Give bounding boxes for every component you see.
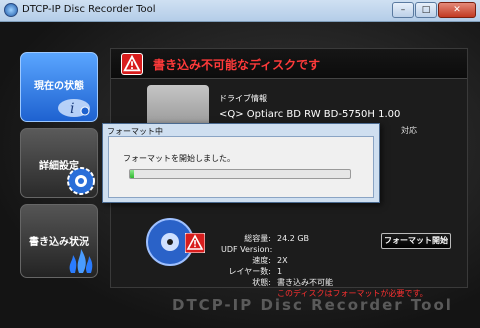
nav-status-label: 書き込み状況 (29, 237, 89, 248)
window-controls: – □ ✕ (392, 2, 476, 18)
svg-text:i: i (70, 101, 74, 117)
capacity-label: 総容量: (244, 234, 271, 243)
format-progress-dialog[interactable]: フォーマット中 フォーマットを開始しました。 (102, 123, 380, 203)
nav-write-status[interactable]: 書き込み状況 (20, 204, 98, 278)
state-value: 書き込み不可能 (277, 278, 333, 287)
warning-icon (121, 53, 143, 75)
dialog-body: フォーマットを開始しました。 (108, 136, 374, 198)
layers-value: 1 (277, 267, 283, 276)
drive-info-heading: ドライブ情報 (219, 94, 267, 103)
state-label: 状態: (252, 278, 271, 287)
brand-logo-text: DTCP-IP Disc Recorder Tool (172, 296, 453, 314)
layers-label: レイヤー数: (228, 267, 271, 276)
disc-warning-icon (185, 233, 205, 253)
close-button[interactable]: ✕ (438, 2, 476, 18)
format-progress-bar (129, 169, 351, 179)
disc-info-labels: 総容量: UDF Version: 速度: レイヤー数: 状態: (221, 233, 273, 303)
alert-bar: 書き込み不可能なディスクです (111, 49, 467, 79)
info-icon: i (58, 99, 90, 117)
dialog-message: フォーマットを開始しました。 (123, 154, 235, 163)
format-start-button[interactable]: フォーマット開始 (381, 233, 451, 249)
speed-label: 速度: (252, 256, 271, 265)
nav-detail-settings[interactable]: 詳細設定 (20, 128, 98, 198)
nav-current-status[interactable]: 現在の状態 i (20, 52, 98, 122)
speed-value: 2X (277, 256, 288, 265)
alert-message: 書き込み不可能なディスクです (153, 58, 321, 72)
flame-icon (69, 249, 93, 273)
bus-value: 対応 (401, 126, 417, 135)
gear-icon (67, 167, 95, 195)
udf-version-label: UDF Version: (221, 245, 273, 254)
window-title: DTCP-IP Disc Recorder Tool (22, 4, 156, 15)
drive-model: <Q> Optiarc BD RW BD-5750H 1.00 (219, 109, 401, 120)
minimize-button[interactable]: – (392, 2, 414, 18)
maximize-button[interactable]: □ (415, 2, 437, 18)
progress-fill (130, 170, 135, 178)
nav-current-label: 現在の状態 (34, 81, 84, 92)
window-titlebar[interactable]: DTCP-IP Disc Recorder Tool – □ ✕ (0, 0, 480, 22)
app-icon (4, 3, 18, 17)
